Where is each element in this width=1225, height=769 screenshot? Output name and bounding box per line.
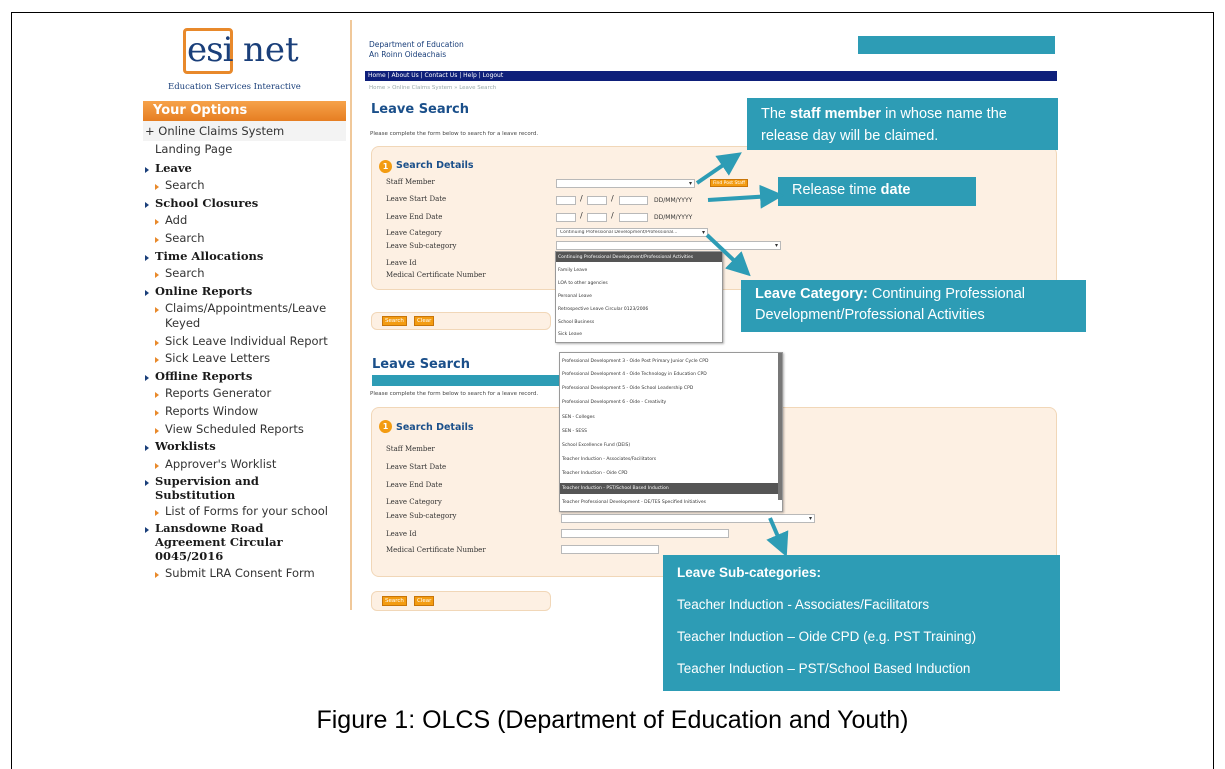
arrow-date: [707, 184, 784, 209]
arrow-category: [705, 233, 751, 277]
callout-arrows: [695, 152, 789, 558]
arrow-staff: [695, 152, 742, 185]
arrow-subcategory: [766, 517, 789, 558]
figure-caption: Figure 1: OLCS (Department of Education …: [316, 706, 909, 734]
